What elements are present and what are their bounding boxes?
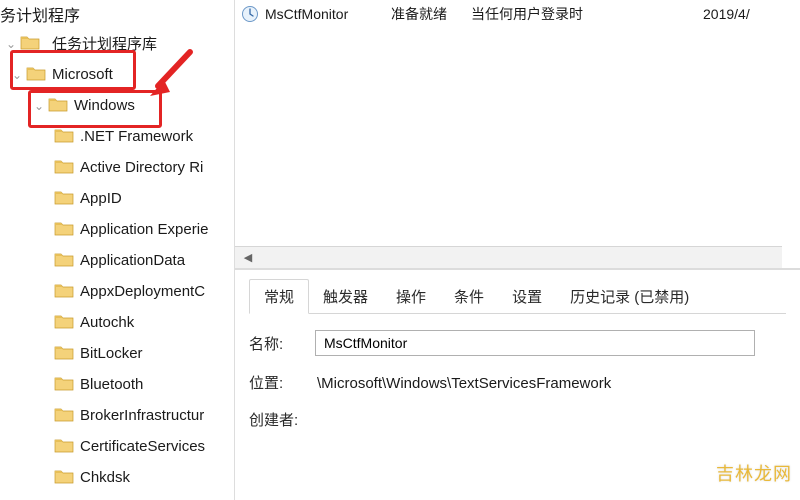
tree-label: Windows (74, 97, 135, 114)
task-status: 准备就绪 (391, 4, 471, 24)
location-value: \Microsoft\Windows\TextServicesFramework (315, 373, 786, 392)
task-row[interactable]: MsCtfMonitor 准备就绪 当任何用户登录时 2019/4/ (235, 0, 800, 28)
name-label: 名称: (249, 333, 315, 354)
folder-icon (54, 344, 74, 364)
tree-label: AppxDeploymentC (80, 283, 205, 300)
tree-item-application-experience[interactable]: Application Experie (0, 214, 234, 245)
folder-icon (54, 158, 74, 178)
tree-label: Active Directory Ri (80, 159, 203, 176)
tree-label: ApplicationData (80, 252, 185, 269)
creator-label: 创建者: (249, 409, 315, 430)
tree-label: 任务计划程序库 (46, 33, 157, 54)
folder-icon (54, 220, 74, 240)
tree-item-autochk[interactable]: Autochk (0, 307, 234, 338)
tree-label: Microsoft (52, 66, 113, 83)
tree-item-bluetooth[interactable]: Bluetooth (0, 369, 234, 400)
tab-actions[interactable]: 操作 (382, 280, 440, 313)
folder-icon (54, 189, 74, 209)
tree-label: Autochk (80, 314, 134, 331)
tree-label: BitLocker (80, 345, 143, 362)
tree-label: .NET Framework (80, 128, 193, 145)
folder-icon (54, 437, 74, 457)
folder-icon (54, 127, 74, 147)
watermark: 吉林龙网 (716, 460, 792, 486)
tree-item-microsoft[interactable]: Microsoft (0, 59, 234, 90)
task-trigger: 当任何用户登录时 (471, 4, 703, 24)
content-panel: MsCtfMonitor 准备就绪 当任何用户登录时 2019/4/ ◀ 常规 … (235, 0, 800, 500)
chevron-down-icon[interactable] (4, 37, 18, 51)
tree-item-chkdsk[interactable]: Chkdsk (0, 462, 234, 493)
tree-label: Bluetooth (80, 376, 143, 393)
tree-item-appid[interactable]: AppID (0, 183, 234, 214)
folder-icon (54, 251, 74, 271)
window-title-fragment: 务计划程序 (0, 2, 80, 26)
folder-icon (48, 96, 68, 116)
chevron-down-icon[interactable] (32, 99, 46, 113)
tree-item-bitlocker[interactable]: BitLocker (0, 338, 234, 369)
tree-item-applicationdata[interactable]: ApplicationData (0, 245, 234, 276)
tree-root-library[interactable]: 任务计划程序库 (0, 28, 234, 59)
tab-history[interactable]: 历史记录 (已禁用) (556, 280, 703, 313)
location-label: 位置: (249, 372, 315, 393)
tab-triggers[interactable]: 触发器 (309, 280, 382, 313)
tree-label: AppID (80, 190, 122, 207)
folder-icon (26, 65, 46, 85)
tab-general[interactable]: 常规 (249, 279, 309, 314)
folder-icon (54, 468, 74, 488)
task-scheduler-tree: 任务计划程序库 Microsoft Windows .NET Framework… (0, 0, 235, 500)
horizontal-scrollbar[interactable]: ◀ (235, 246, 782, 268)
tab-conditions[interactable]: 条件 (440, 280, 498, 313)
tree-item-dotnet[interactable]: .NET Framework (0, 121, 234, 152)
tree-label: Application Experie (80, 221, 208, 238)
tree-item-active-directory[interactable]: Active Directory Ri (0, 152, 234, 183)
tree-label: CertificateServices (80, 438, 205, 455)
tree-label: BrokerInfrastructur (80, 407, 204, 424)
tab-settings[interactable]: 设置 (498, 280, 556, 313)
folder-icon (54, 282, 74, 302)
task-name: MsCtfMonitor (265, 6, 391, 22)
detail-tabs: 常规 触发器 操作 条件 设置 历史记录 (已禁用) (249, 280, 786, 314)
tree-item-windows[interactable]: Windows (0, 90, 234, 121)
folder-icon (54, 313, 74, 333)
task-list: MsCtfMonitor 准备就绪 当任何用户登录时 2019/4/ ◀ (235, 0, 800, 270)
tree-item-brokerinfrastructure[interactable]: BrokerInfrastructur (0, 400, 234, 431)
name-field[interactable] (315, 330, 755, 356)
tree-label: Chkdsk (80, 469, 130, 486)
scroll-left-icon[interactable]: ◀ (239, 251, 257, 264)
tree-item-appxdeployment[interactable]: AppxDeploymentC (0, 276, 234, 307)
chevron-down-icon[interactable] (10, 68, 24, 82)
folder-icon (54, 375, 74, 395)
tree-item-certificateservices[interactable]: CertificateServices (0, 431, 234, 462)
folder-icon (20, 34, 40, 54)
folder-icon (54, 406, 74, 426)
task-date: 2019/4/ (703, 6, 773, 22)
clock-icon (241, 5, 259, 23)
